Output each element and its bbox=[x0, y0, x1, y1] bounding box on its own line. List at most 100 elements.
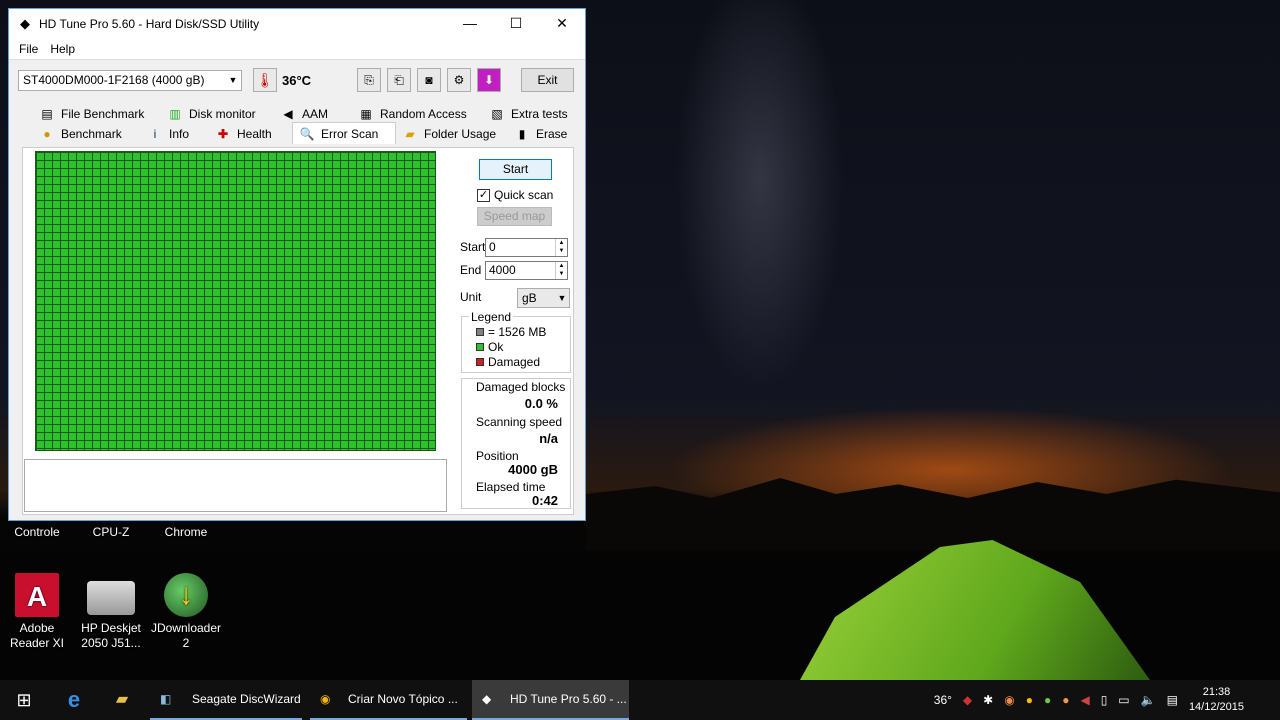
menu-file[interactable]: File bbox=[13, 42, 44, 56]
desktop-label-text: Controle bbox=[14, 525, 60, 539]
tray-app-icon[interactable]: ● bbox=[1026, 693, 1033, 707]
taskbar-app-hdtune[interactable]: ◆ HD Tune Pro 5.60 - ... bbox=[472, 680, 629, 720]
tab-health[interactable]: ✚ Health bbox=[209, 124, 292, 144]
tab-error-scan[interactable]: 🔍 Error Scan bbox=[292, 122, 396, 144]
tab-label: Extra tests bbox=[511, 107, 568, 121]
desktop-icon-label: JDownloader 2 bbox=[150, 621, 222, 650]
tab-row-1: ▤ File Benchmark ▥ Disk monitor ◀ AAM ▦ Rand… bbox=[13, 104, 579, 124]
clock[interactable]: 21:38 14/12/2015 bbox=[1189, 685, 1244, 715]
disk-monitor-icon: ▥ bbox=[169, 107, 181, 121]
start-input-value: 0 bbox=[489, 240, 496, 254]
desktop-label-controle[interactable]: Controle bbox=[0, 525, 74, 540]
tab-info[interactable]: i Info bbox=[141, 124, 209, 144]
copy-info-icon[interactable]: ⎘ bbox=[357, 68, 381, 92]
thermometer-icon[interactable]: 🌡 bbox=[253, 68, 277, 92]
legend-item-block: = 1526 MB bbox=[476, 325, 546, 339]
unit-select-value: gB bbox=[522, 291, 537, 305]
end-input[interactable]: 4000 ▲ ▼ bbox=[485, 261, 568, 280]
scan-log-box[interactable] bbox=[24, 459, 447, 512]
tab-erase[interactable]: ▮ Erase bbox=[508, 124, 575, 144]
tab-label: Folder Usage bbox=[424, 127, 497, 141]
temperature-readout: 36°C bbox=[282, 72, 312, 88]
exit-button[interactable]: Exit bbox=[521, 68, 574, 92]
unit-label: Unit bbox=[460, 290, 482, 304]
taskbar-app-chrome[interactable]: ◉ Criar Novo Tópico ... bbox=[310, 680, 467, 720]
tab-aam[interactable]: ◀ AAM bbox=[274, 104, 352, 124]
taskbar-app-discwizard[interactable]: ◧ Seagate DiscWizard bbox=[150, 680, 302, 720]
unit-select[interactable]: gB ▼ bbox=[517, 288, 570, 308]
tab-label: Health bbox=[237, 127, 272, 141]
hdtune-window: ◆ HD Tune Pro 5.60 - Hard Disk/SSD Utili… bbox=[8, 8, 586, 521]
tab-disk-monitor[interactable]: ▥ Disk monitor bbox=[161, 104, 274, 124]
chrome-icon: ◉ bbox=[320, 692, 331, 706]
copy-text-icon[interactable]: ⎗ bbox=[387, 68, 411, 92]
chevron-down-icon: ▼ bbox=[228, 75, 238, 85]
legend-item-damaged: Damaged bbox=[476, 355, 540, 369]
taskbar-app-label: Seagate DiscWizard bbox=[192, 692, 301, 706]
green-swatch bbox=[476, 343, 484, 351]
desktop-icon-hp-deskjet[interactable]: HP Deskjet 2050 J51... bbox=[74, 573, 148, 651]
tool-buttons: ⎘ ⎗ ◙ ⚙ ⬇ bbox=[357, 68, 507, 92]
printer-icon bbox=[87, 581, 135, 615]
chevron-down-icon: ▼ bbox=[557, 293, 567, 303]
scan-stats-box: Damaged blocks 0.0 % Scanning speed n/a … bbox=[461, 378, 571, 509]
menu-help[interactable]: Help bbox=[44, 42, 81, 56]
maximize-button[interactable]: ☐ bbox=[493, 9, 539, 38]
elapsed-time-label: Elapsed time bbox=[476, 480, 546, 494]
trash-icon: ▮ bbox=[518, 127, 526, 141]
legend-title: Legend bbox=[469, 310, 514, 324]
close-button[interactable]: ✕ bbox=[539, 9, 585, 38]
position-value: 4000 gB bbox=[508, 462, 558, 477]
options-icon[interactable]: ⚙ bbox=[447, 68, 471, 92]
wallpaper-mountains bbox=[586, 478, 1280, 550]
spinner-arrows-icon[interactable]: ▲ ▼ bbox=[555, 239, 567, 256]
tray-app-icon[interactable]: ● bbox=[1044, 693, 1051, 707]
tab-label: Random Access bbox=[380, 107, 467, 121]
tray-tools-icon[interactable]: ✱ bbox=[983, 693, 993, 707]
start-input[interactable]: 0 ▲ ▼ bbox=[485, 238, 568, 257]
speed-map-button[interactable]: Speed map bbox=[477, 207, 552, 226]
tab-random-access[interactable]: ▦ Random Access bbox=[352, 104, 483, 124]
damaged-blocks-label: Damaged blocks bbox=[476, 380, 566, 394]
desktop-icon-adobe-reader[interactable]: A Adobe Reader XI bbox=[0, 573, 74, 651]
tray-app-icon[interactable]: ● bbox=[1062, 693, 1069, 707]
tray-app-icon[interactable]: ◀ bbox=[1080, 693, 1089, 707]
hdtune-app-icon: ◆ bbox=[20, 15, 30, 31]
desktop-label-chrome[interactable]: Chrome bbox=[149, 525, 223, 540]
tab-benchmark[interactable]: ● Benchmark bbox=[33, 124, 141, 144]
tab-row-2: ● Benchmark i Info ✚ Health 🔍 Error Scan ▰ Fo… bbox=[13, 122, 579, 144]
tab-label: File Benchmark bbox=[61, 107, 145, 121]
taskbar-file-explorer[interactable]: ▰ bbox=[110, 680, 142, 720]
error-scan-panel: Start ✓ Quick scan Speed map Start 0 ▲ ▼ … bbox=[22, 147, 574, 515]
usb-icon[interactable]: ▯ bbox=[1101, 693, 1108, 707]
desktop-label-cpuz[interactable]: CPU-Z bbox=[74, 525, 148, 540]
network-icon[interactable]: ▭ bbox=[1118, 693, 1129, 707]
position-label: Position bbox=[476, 449, 519, 463]
tab-folder-usage[interactable]: ▰ Folder Usage bbox=[396, 124, 508, 144]
start-menu-button[interactable]: ⊞ bbox=[12, 680, 44, 720]
minimize-button[interactable]: — bbox=[447, 9, 493, 38]
screenshot-camera-icon[interactable]: ◙ bbox=[417, 68, 441, 92]
save-down-arrow-icon[interactable]: ⬇ bbox=[477, 68, 501, 92]
start-button[interactable]: Start bbox=[479, 159, 552, 180]
clock-date: 14/12/2015 bbox=[1188, 701, 1244, 713]
title-bar[interactable]: ◆ HD Tune Pro 5.60 - Hard Disk/SSD Utili… bbox=[9, 9, 585, 38]
volume-icon[interactable]: 🔈 bbox=[1141, 693, 1156, 707]
elapsed-time-value: 0:42 bbox=[531, 493, 558, 508]
desktop-icon-jdownloader[interactable]: ↓ JDownloader 2 bbox=[149, 573, 223, 651]
legend-item-ok: Ok bbox=[476, 340, 503, 354]
quick-scan-checkbox[interactable]: ✓ Quick scan bbox=[477, 188, 553, 202]
drive-select[interactable]: ST4000DM000-1F2168 (4000 gB) ▼ bbox=[18, 69, 242, 91]
tab-extra-tests[interactable]: ▧ Extra tests bbox=[483, 104, 576, 124]
spinner-arrows-icon[interactable]: ▲ ▼ bbox=[555, 262, 567, 279]
drive-select-value: ST4000DM000-1F2168 (4000 gB) bbox=[23, 73, 205, 87]
keyboard-icon[interactable]: ▤ bbox=[1167, 693, 1178, 707]
speaker-icon: ◀ bbox=[283, 107, 293, 121]
tray-app-icon[interactable]: ◉ bbox=[1004, 693, 1014, 707]
tray-temperature[interactable]: 36° bbox=[934, 693, 952, 707]
taskbar-edge[interactable]: e bbox=[62, 680, 94, 720]
edge-browser-icon: e bbox=[67, 687, 81, 712]
quick-scan-label: Quick scan bbox=[494, 188, 554, 202]
tab-file-benchmark[interactable]: ▤ File Benchmark bbox=[33, 104, 161, 124]
tray-app-icon[interactable]: ◆ bbox=[963, 693, 972, 707]
